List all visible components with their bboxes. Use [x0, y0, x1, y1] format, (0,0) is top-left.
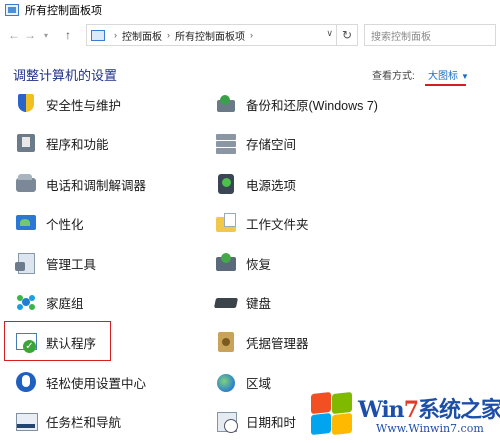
navigation-bar: ← → ▾ ↑ › 控制面板 › 所有控制面板项 › ∨ ↻ 搜索控制面板	[0, 22, 500, 48]
breadcrumb-all-items[interactable]: 所有控制面板项	[175, 28, 245, 43]
view-by-dropdown[interactable]: 大图标 ▼	[428, 67, 469, 82]
phone-modem-icon	[14, 172, 38, 196]
recent-locations-chevron-icon[interactable]: ▾	[38, 25, 54, 45]
breadcrumb-separator-icon[interactable]: ›	[167, 30, 170, 40]
backup-restore-icon	[214, 92, 238, 116]
item-label: 电源选项	[246, 178, 297, 193]
item-label: 工作文件夹	[246, 217, 309, 232]
programs-features-icon	[14, 131, 38, 155]
watermark-brand-seven: 7	[403, 397, 419, 423]
power-options-icon	[214, 172, 238, 196]
item-personalization[interactable]: 个性化	[14, 207, 84, 239]
item-label: 安全性与维护	[46, 98, 122, 113]
item-label: 程序和功能	[46, 137, 109, 152]
item-label: 日期和时	[246, 415, 297, 430]
breadcrumb-control-panel[interactable]: 控制面板	[122, 28, 162, 43]
view-by-label: 查看方式:	[372, 71, 415, 82]
item-region[interactable]: 区域	[214, 366, 271, 398]
back-arrow-icon[interactable]: ←	[6, 25, 22, 45]
homegroup-icon	[14, 290, 38, 314]
item-label: 键盘	[246, 296, 272, 311]
item-label: 轻松使用设置中心	[46, 376, 147, 391]
item-label: 电话和调制解调器	[46, 178, 147, 193]
item-label: 区域	[246, 376, 272, 391]
view-by-value[interactable]: 大图标	[428, 71, 458, 82]
item-label: 管理工具	[46, 257, 97, 272]
item-keyboard[interactable]: 键盘	[214, 286, 271, 318]
address-bar[interactable]: › 控制面板 › 所有控制面板项 › ∨	[86, 24, 358, 46]
watermark-url: Www.Winwin7.com	[376, 422, 484, 435]
search-input[interactable]: 搜索控制面板	[364, 24, 496, 46]
windows-logo-icon	[310, 391, 354, 436]
item-ease-of-access[interactable]: 轻松使用设置中心	[14, 366, 146, 398]
watermark-brand: Win7系统之家	[358, 392, 500, 424]
default-programs-highlight-box	[4, 321, 111, 361]
window-title: 所有控制面板项	[25, 5, 102, 17]
address-dropdown-chevron-icon[interactable]: ∨	[326, 28, 333, 39]
keyboard-icon	[214, 290, 238, 314]
view-by-highlight-underline	[425, 84, 466, 86]
item-label: 恢复	[246, 257, 272, 272]
item-label: 凭据管理器	[246, 336, 309, 351]
up-arrow-icon[interactable]: ↑	[60, 25, 76, 45]
item-label: 存储空间	[246, 137, 297, 152]
personalization-icon	[14, 211, 38, 235]
title-bar: 所有控制面板项	[0, 0, 500, 20]
item-recovery[interactable]: 恢复	[214, 247, 271, 279]
page-title: 调整计算机的设置	[13, 68, 118, 83]
item-label: 任务栏和导航	[46, 415, 122, 430]
recovery-icon	[214, 251, 238, 275]
date-time-clock-icon	[214, 409, 238, 433]
item-power-options[interactable]: 电源选项	[214, 168, 296, 200]
breadcrumb-separator-icon[interactable]: ›	[114, 30, 117, 40]
watermark-brand-suffix: 系统之家	[418, 397, 500, 423]
region-globe-icon	[214, 370, 238, 394]
item-taskbar-navigation[interactable]: 任务栏和导航	[14, 405, 121, 437]
refresh-button[interactable]: ↻	[336, 24, 358, 46]
item-work-folders[interactable]: 工作文件夹	[214, 207, 309, 239]
ease-of-access-icon	[14, 370, 38, 394]
work-folders-icon	[214, 211, 238, 235]
storage-spaces-icon	[214, 131, 238, 155]
watermark-brand-prefix: Win	[358, 397, 405, 423]
item-programs-features[interactable]: 程序和功能	[14, 127, 109, 159]
control-panel-icon	[91, 29, 105, 41]
forward-arrow-icon[interactable]: →	[22, 25, 38, 45]
control-panel-icon	[5, 4, 19, 16]
taskbar-icon	[14, 409, 38, 433]
watermark: Win7系统之家 Www.Winwin7.com	[310, 388, 500, 443]
administrative-tools-icon	[14, 251, 38, 275]
item-admin-tools[interactable]: 管理工具	[14, 247, 96, 279]
refresh-icon: ↻	[341, 28, 353, 42]
breadcrumb-separator-icon[interactable]: ›	[250, 30, 253, 40]
item-storage-spaces[interactable]: 存储空间	[214, 127, 296, 159]
item-label: 家庭组	[46, 296, 84, 311]
credential-manager-icon	[214, 330, 238, 354]
item-credential-manager[interactable]: 凭据管理器	[214, 326, 309, 358]
shield-flag-icon	[14, 92, 38, 116]
item-backup-restore[interactable]: 备份和还原(Windows 7)	[214, 88, 378, 120]
item-label: 备份和还原(Windows 7)	[246, 98, 378, 113]
chevron-down-icon[interactable]: ▼	[461, 72, 469, 81]
item-homegroup[interactable]: 家庭组	[14, 286, 84, 318]
item-phone-modem[interactable]: 电话和调制解调器	[14, 168, 146, 200]
item-security-maintenance[interactable]: 安全性与维护	[14, 88, 121, 120]
item-label: 个性化	[46, 217, 84, 232]
item-date-time[interactable]: 日期和时	[214, 405, 296, 437]
